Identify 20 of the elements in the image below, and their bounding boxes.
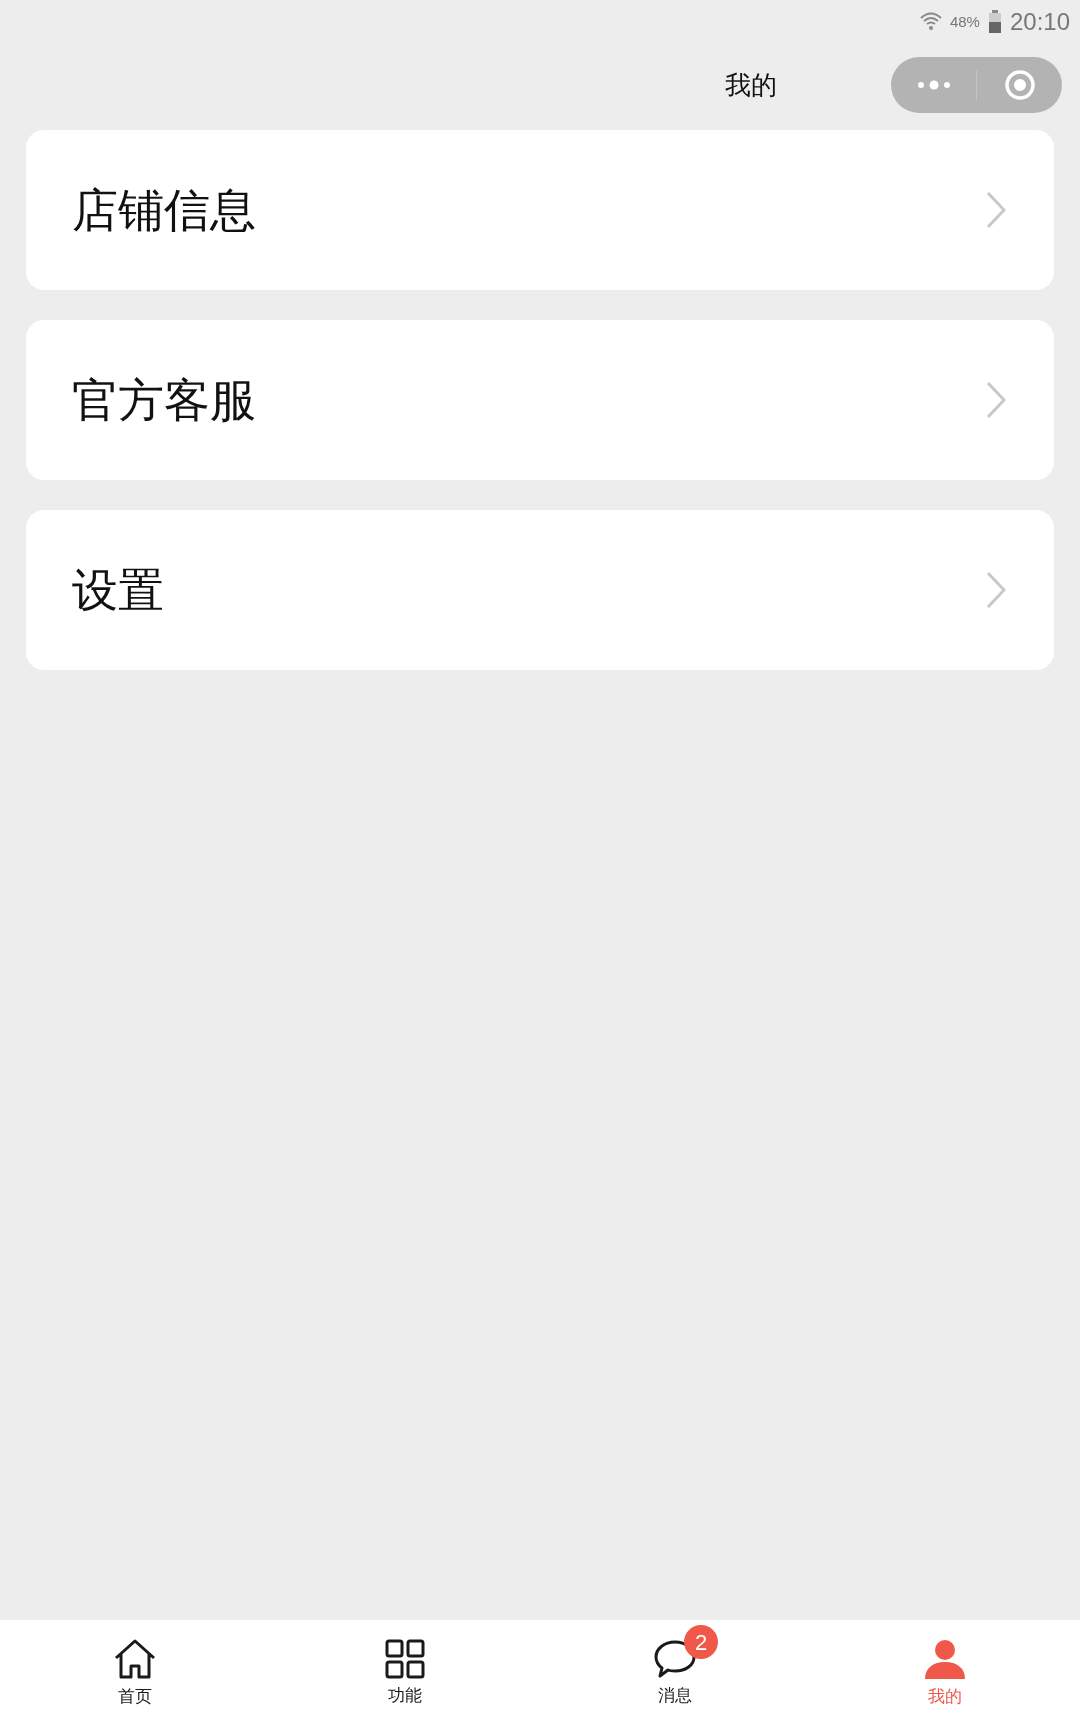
- chevron-right-icon: [986, 191, 1006, 229]
- unread-badge: 2: [684, 1625, 718, 1660]
- tab-item[interactable]: 首页: [0, 1620, 270, 1728]
- tab-item[interactable]: 2 消息: [540, 1620, 810, 1728]
- chevron-right-icon: [986, 381, 1006, 419]
- battery-percent: 48%: [949, 11, 980, 32]
- home-icon: [113, 1638, 157, 1681]
- user-icon: [923, 1638, 967, 1681]
- tab-item[interactable]: 功能: [270, 1620, 540, 1728]
- clock-time: 20:10: [1009, 7, 1070, 37]
- more-icon: [916, 80, 951, 90]
- menu-item[interactable]: 官方客服: [26, 320, 1054, 480]
- chat-icon: [654, 1639, 696, 1680]
- battery-icon: [987, 10, 1002, 34]
- chevron-right-icon: [986, 571, 1006, 609]
- menu-item[interactable]: 店铺信息: [26, 130, 1054, 290]
- menu-item[interactable]: 设置: [26, 510, 1054, 670]
- page-title: 我的: [725, 68, 777, 102]
- grid-icon: [385, 1639, 425, 1680]
- target-icon: [1003, 69, 1036, 101]
